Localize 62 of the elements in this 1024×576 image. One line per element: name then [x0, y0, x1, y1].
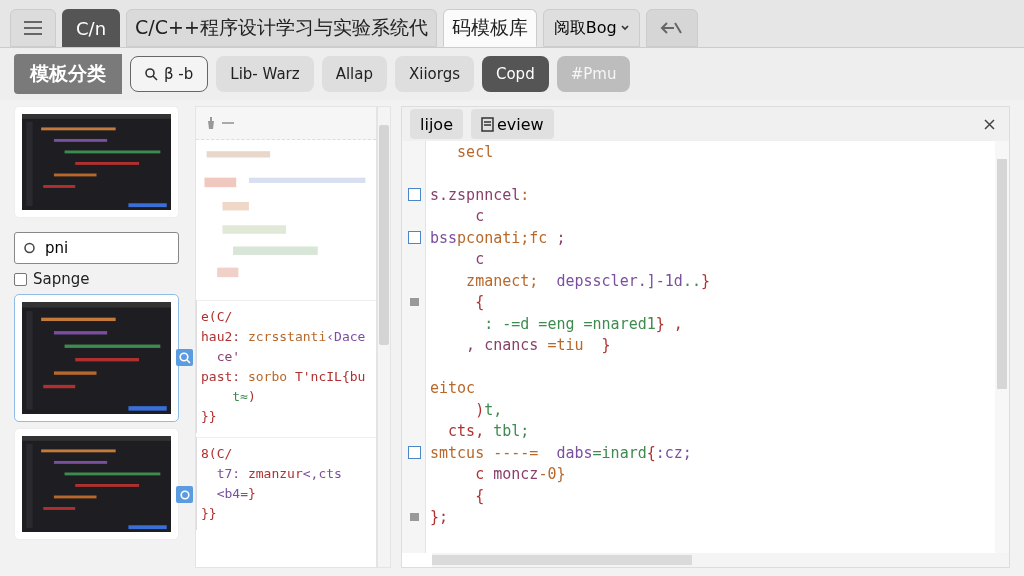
search-chip[interactable]: β -b — [130, 56, 209, 92]
search-icon — [24, 242, 37, 255]
scrollbar[interactable] — [377, 106, 391, 568]
code-line: }} — [201, 505, 218, 523]
dash-icon — [222, 121, 234, 125]
scrollbar[interactable] — [995, 141, 1009, 553]
category-title: 模板分类 — [14, 54, 122, 94]
code-line: eitoc — [429, 379, 476, 398]
editor-tab[interactable]: lijoe — [410, 109, 463, 139]
close-icon[interactable] — [984, 118, 995, 130]
code-line: e(C/ — [201, 308, 234, 326]
scrollbar[interactable] — [432, 553, 1009, 567]
bucket-icon — [206, 117, 216, 129]
tab[interactable]: 码模板库 — [442, 9, 537, 47]
code-line: c — [474, 250, 485, 269]
tab[interactable]: C/C++程序设计学习与实验系统代 — [126, 9, 437, 47]
code-line: : -=d =eng =nnared1} , — [483, 314, 683, 333]
code-line: hau2: zcrsstanti‹Dace — [201, 328, 367, 346]
app-badge: C/n — [62, 9, 121, 47]
badge[interactable] — [176, 486, 193, 503]
filter-chip[interactable]: Copd — [481, 56, 549, 92]
code-line: 8(C/ — [201, 445, 234, 463]
menu-button[interactable] — [10, 9, 56, 47]
code-line: )t, — [474, 400, 503, 419]
code-line: zmanect; depsscler.]-1d..} — [465, 271, 710, 290]
checkbox-label: Sapnge — [33, 270, 90, 288]
editor-tab[interactable]: eview — [470, 109, 554, 139]
code-line: s.zspnncel: — [429, 185, 530, 204]
code-line: <b4=} — [215, 485, 257, 503]
code-line: }; — [429, 508, 449, 527]
code-line: secl — [456, 142, 494, 161]
code-line: past: sorbo T'ncIL{bu — [201, 368, 367, 386]
code-line: { — [474, 293, 485, 312]
breakpoint-icon — [409, 513, 419, 522]
checkbox[interactable] — [14, 272, 27, 286]
menu-icon — [23, 21, 43, 35]
filter-chip[interactable]: Lib- Warz — [216, 56, 314, 92]
code-line: t7: zmanzur<,cts — [215, 465, 343, 483]
code-line: cts, tbl; — [447, 422, 530, 441]
code-line: smtcus ----= dabs=inard{:cz; — [429, 443, 692, 462]
code-line: c moncz-0} — [474, 465, 566, 484]
caret-icon — [620, 25, 629, 31]
code-line: t≈) — [231, 388, 257, 406]
circle-icon — [179, 489, 190, 500]
search-field[interactable]: pni — [14, 232, 179, 264]
back-arrow-icon — [659, 20, 684, 36]
search-icon — [145, 67, 158, 81]
code-line: c — [474, 207, 485, 226]
code-line: , cnancs =tiu } — [465, 336, 611, 355]
code-line: ce' — [215, 348, 242, 366]
filter-chip[interactable]: Xiiorgs — [394, 56, 474, 92]
back-button[interactable] — [645, 9, 698, 47]
template-card[interactable] — [14, 294, 179, 422]
code-line: bsspconati;fc ; — [429, 228, 566, 247]
document-icon — [480, 116, 494, 132]
badge[interactable] — [176, 349, 193, 366]
search-icon — [178, 351, 191, 364]
breakpoint-icon — [409, 298, 419, 307]
code-line: { — [474, 486, 485, 505]
code-line: }} — [201, 408, 218, 426]
filter-chip[interactable]: Allap — [321, 56, 387, 92]
account-menu[interactable]: 阅取Bog — [542, 9, 640, 47]
